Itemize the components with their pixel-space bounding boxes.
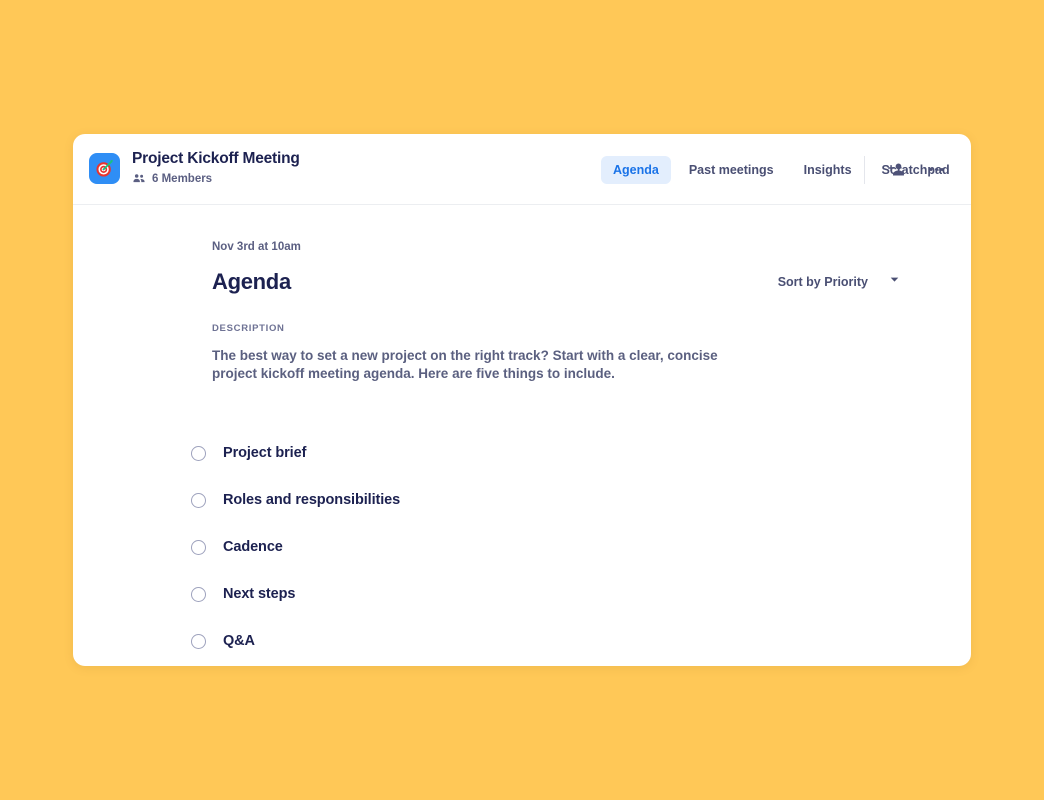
list-item-label: Q&A xyxy=(223,633,255,650)
header-actions xyxy=(864,134,949,205)
page-title: Project Kickoff Meeting xyxy=(132,150,300,168)
members-row[interactable]: 6 Members xyxy=(132,171,300,188)
tab-insights[interactable]: Insights xyxy=(792,156,864,184)
list-item-label: Cadence xyxy=(223,539,283,556)
agenda-content: Nov 3rd at 10am Agenda Sort by Priority … xyxy=(73,205,971,665)
list-item[interactable]: Q&A xyxy=(191,618,971,665)
checkbox-circle-icon[interactable] xyxy=(191,492,206,508)
checkbox-circle-icon[interactable] xyxy=(191,633,206,649)
more-options-icon[interactable] xyxy=(923,157,949,183)
checkbox-circle-icon[interactable] xyxy=(191,539,206,555)
sort-dropdown[interactable]: Sort by Priority xyxy=(778,273,901,291)
header-divider xyxy=(864,155,865,184)
meeting-date: Nov 3rd at 10am xyxy=(212,241,301,253)
list-item[interactable]: Project brief xyxy=(191,430,971,477)
members-count-label: 6 Members xyxy=(152,173,213,186)
list-item[interactable]: Cadence xyxy=(191,524,971,571)
brand-block: Project Kickoff Meeting 6 Members xyxy=(89,150,300,187)
brand-text: Project Kickoff Meeting 6 Members xyxy=(132,150,300,187)
list-item[interactable]: Next steps xyxy=(191,571,971,618)
app-header: Project Kickoff Meeting 6 Members Agenda xyxy=(73,134,971,205)
list-item[interactable]: Roles and responsibilities xyxy=(191,477,971,524)
list-item-label: Project brief xyxy=(223,445,307,462)
agenda-items-list: Project brief Roles and responsibilities… xyxy=(73,430,971,665)
agenda-header-block: Nov 3rd at 10am Agenda Sort by Priority … xyxy=(73,241,971,383)
checkbox-circle-icon[interactable] xyxy=(191,445,206,461)
chevron-down-icon xyxy=(888,273,901,291)
list-item-label: Roles and responsibilities xyxy=(223,492,401,509)
description-text: The best way to set a new project on the… xyxy=(212,348,718,381)
agenda-heading: Agenda xyxy=(212,269,291,294)
checkbox-circle-icon[interactable] xyxy=(191,586,206,602)
description-label: DESCRIPTION xyxy=(212,323,285,334)
add-person-icon[interactable] xyxy=(883,157,909,183)
list-item-label: Next steps xyxy=(223,586,296,603)
sort-dropdown-label: Sort by Priority xyxy=(777,275,868,289)
dartboard-target-icon xyxy=(89,153,120,185)
tab-past-meetings[interactable]: Past meetings xyxy=(677,156,786,184)
tab-agenda[interactable]: Agenda xyxy=(601,155,671,184)
people-group-icon xyxy=(132,171,146,188)
meeting-app-window: Project Kickoff Meeting 6 Members Agenda xyxy=(73,134,971,666)
agenda-title-row: Agenda Sort by Priority xyxy=(212,269,901,295)
